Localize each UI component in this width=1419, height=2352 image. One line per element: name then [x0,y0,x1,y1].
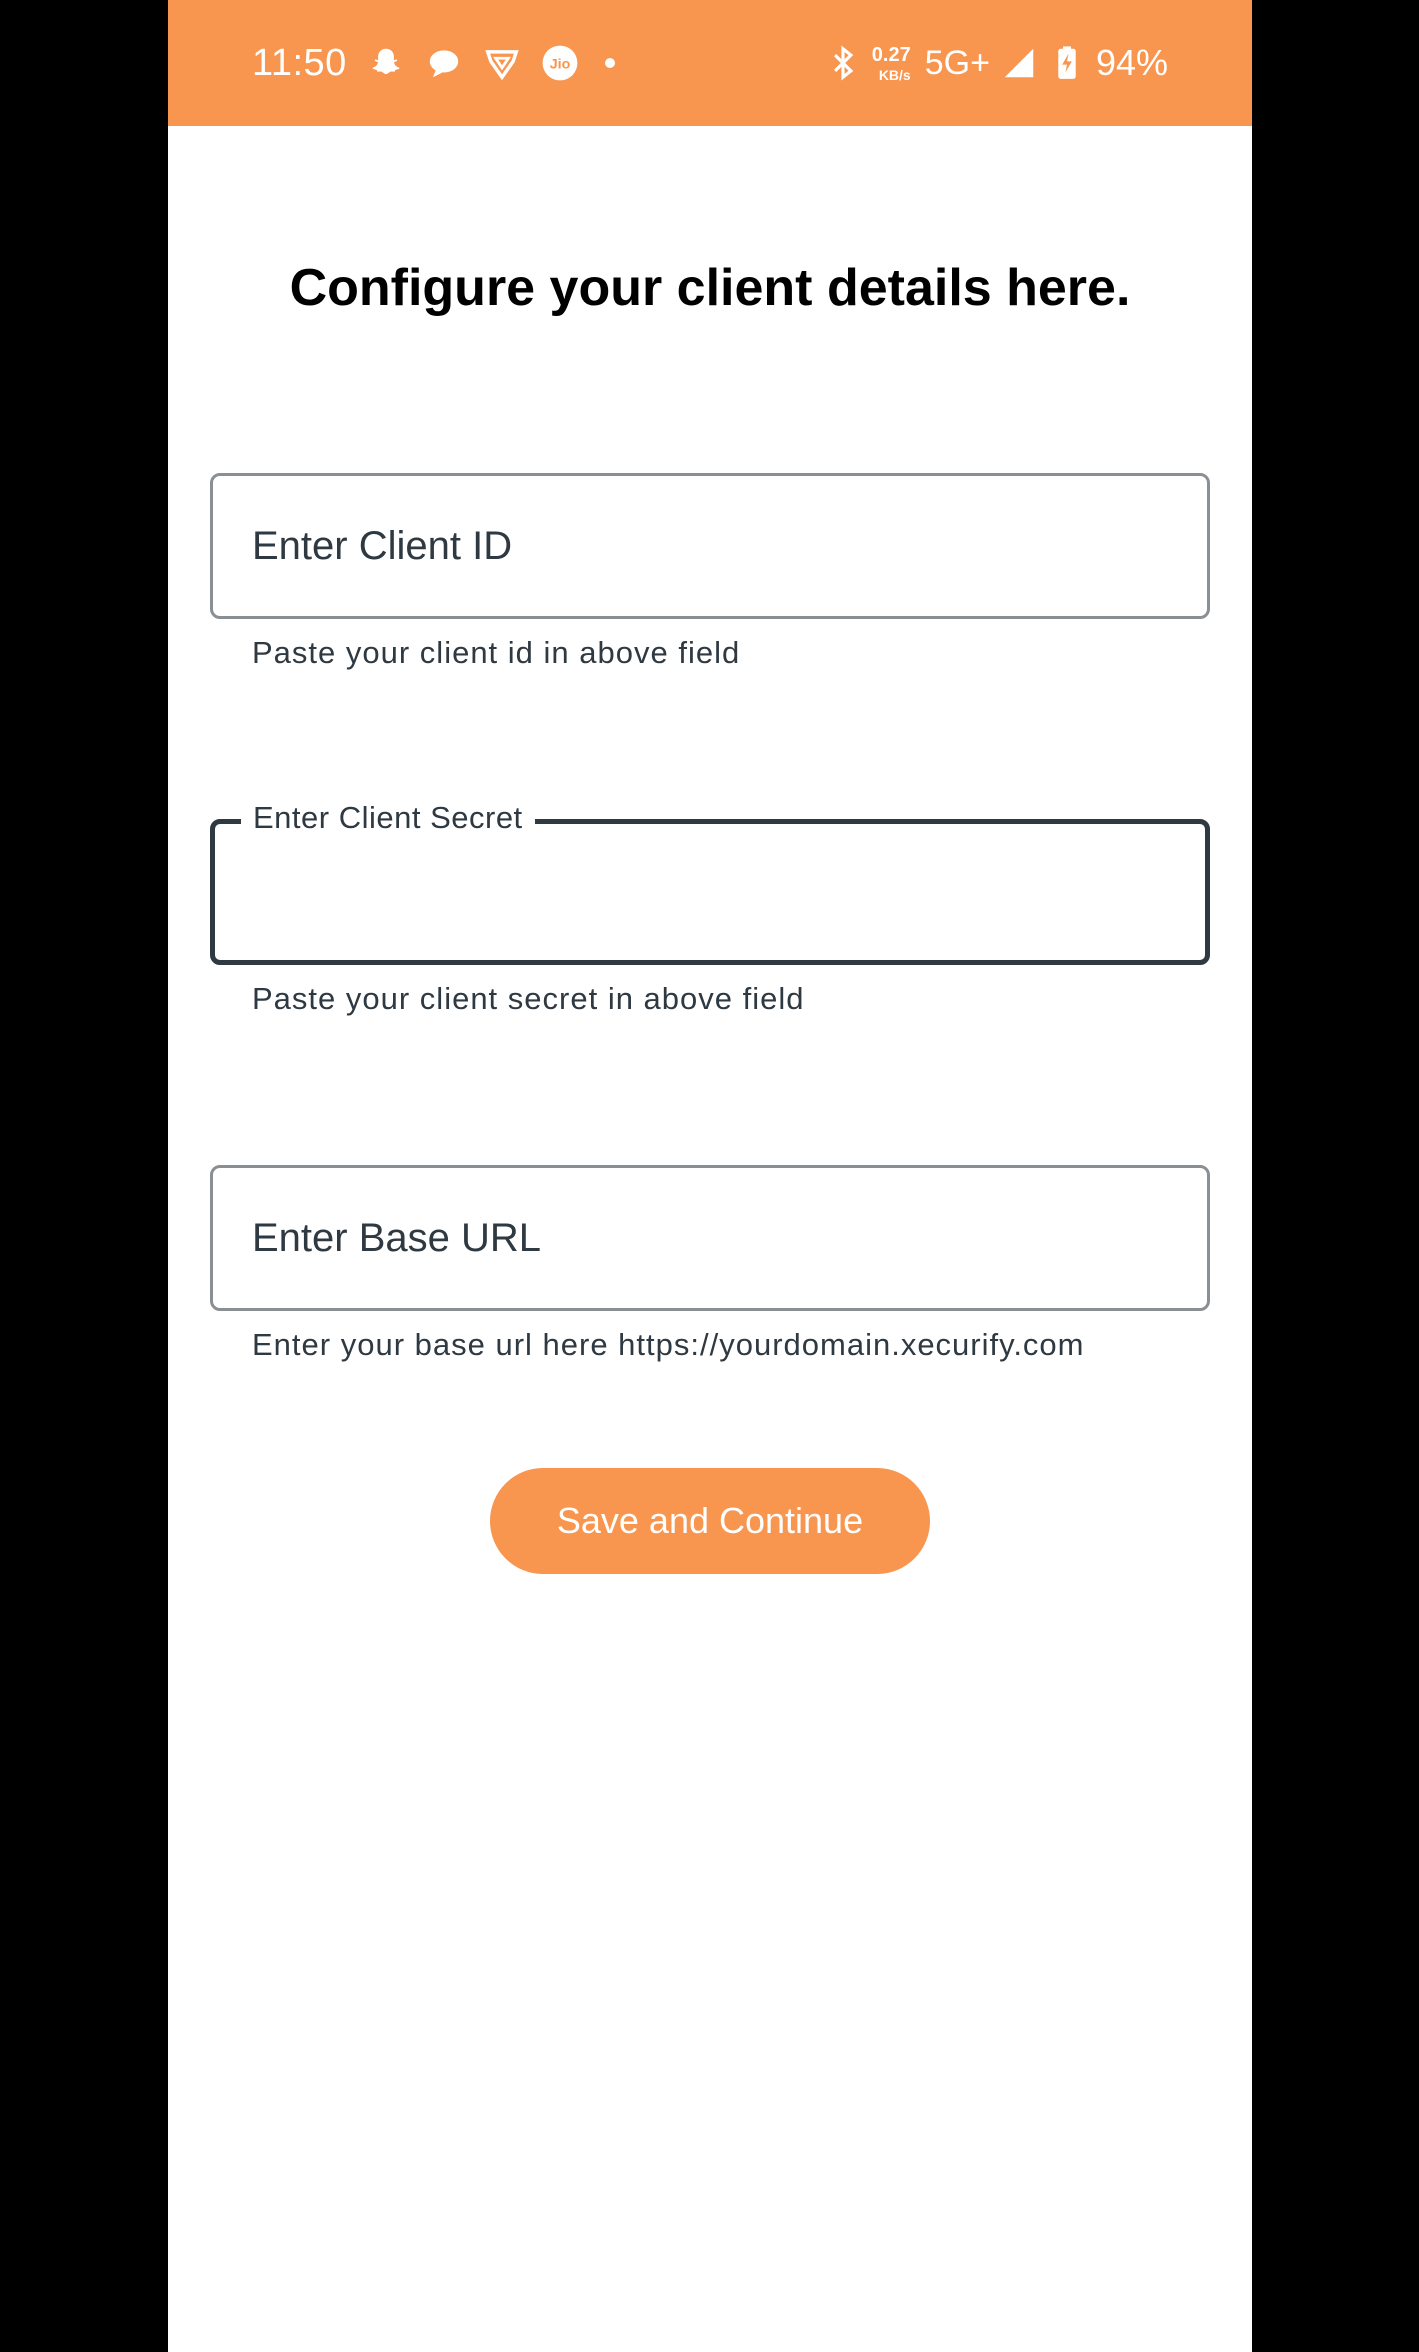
client-secret-label: Enter Client Secret [241,800,535,836]
status-time: 11:50 [252,41,347,84]
client-id-field[interactable]: Enter Client ID [210,473,1210,619]
client-id-helper-text: Paste your client id in above field [252,635,741,670]
battery-percent: 94% [1095,42,1168,83]
client-secret-helper-text: Paste your client secret in above field [252,981,805,1016]
app-screen: 11:50 Jio 0.27 KB/s 5G+ 94% Configure yo… [168,0,1252,2352]
vpn-shield-icon [483,44,521,82]
base-url-helper-text: Enter your base url here https://yourdom… [252,1327,1085,1362]
base-url-placeholder: Enter Base URL [252,1215,542,1260]
client-id-placeholder: Enter Client ID [252,523,513,568]
signal-strength-icon [1000,44,1038,82]
status-bar: 11:50 Jio 0.27 KB/s 5G+ 94% [168,0,1252,126]
network-type: 5G+ [924,43,990,82]
client-secret-field[interactable]: Enter Client Secret [210,800,1210,965]
save-and-continue-button[interactable]: Save and Continue [490,1468,930,1574]
snapchat-icon [367,44,405,82]
network-speed-value: 0.27 [871,43,911,66]
base-url-field[interactable]: Enter Base URL [210,1165,1210,1311]
battery-charging-icon [1048,44,1086,82]
chat-bubble-icon [425,44,463,82]
network-speed-unit: KB/s [878,66,911,83]
status-bar-right: 0.27 KB/s 5G+ 94% [824,0,1168,126]
network-speed: 0.27 KB/s [872,45,911,82]
page-title: Configure your client details here. [289,259,1131,317]
notification-dot-icon [604,58,615,68]
bluetooth-icon [824,44,862,82]
jio-icon: Jio [541,44,579,82]
status-bar-left: 11:50 Jio [252,0,615,126]
svg-text:Jio: Jio [549,57,570,73]
